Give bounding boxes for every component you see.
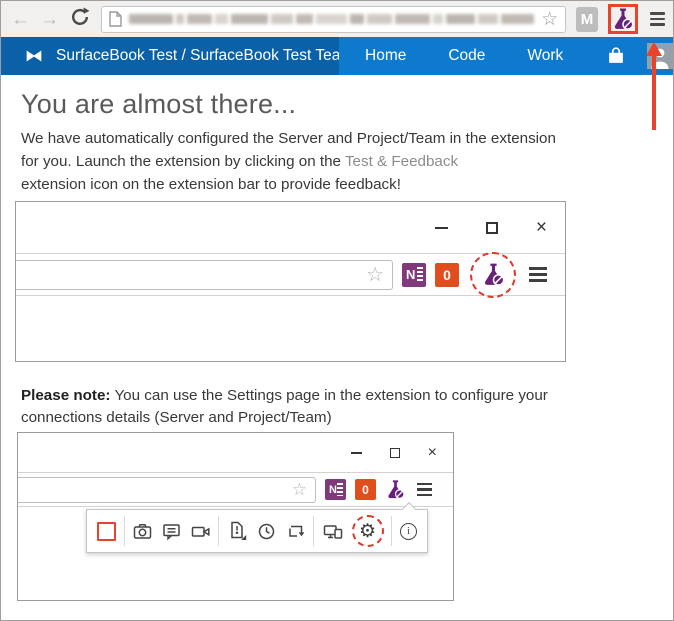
info-icon: i: [399, 522, 417, 540]
project-selector[interactable]: SurfaceBook Test / SurfaceBook Test Team: [1, 37, 377, 75]
stop-icon: [97, 521, 116, 541]
onenote-strip: [337, 483, 343, 496]
extension-popup-toolbar: ⚙ i: [86, 501, 428, 553]
page-icon: [109, 11, 122, 27]
test-feedback-extension-icon: [484, 263, 504, 286]
chrome-menu-icon[interactable]: [648, 10, 667, 28]
device-info-icon: [322, 521, 344, 542]
close-icon: ×: [535, 217, 547, 238]
callout-arrow-head: [646, 42, 662, 56]
onboarding-page: ← → ☆ M SurfaceBook Test / SurfaceBook T…: [0, 0, 674, 621]
marketplace-bag-icon[interactable]: [605, 45, 627, 67]
onenote-letter: N: [406, 267, 416, 282]
session-timeline-icon: [256, 521, 277, 542]
reload-icon[interactable]: [69, 6, 91, 33]
intro-line3: extension icon on the extension bar to p…: [21, 176, 401, 193]
onenote-letter: N: [329, 483, 337, 496]
note-label: Please note:: [21, 387, 111, 404]
onenote-strip: [417, 266, 423, 283]
note-comment-icon: [161, 521, 182, 542]
pictured-extension-icons: N 0: [402, 251, 549, 298]
forward-icon[interactable]: →: [40, 10, 59, 29]
menu-icon: [415, 481, 434, 499]
window-titlebar: ×: [18, 433, 453, 473]
navbar-links: Home Code Work •••: [339, 37, 673, 75]
onenote-extension-icon: N: [325, 479, 346, 500]
pictured-address-bar: ☆: [18, 476, 316, 503]
explore-loop-icon: [285, 521, 306, 542]
bookmark-star-icon: ☆: [366, 263, 384, 286]
separator: [313, 516, 315, 546]
minimize-icon: [434, 226, 448, 229]
pictured-browser-toolbar: ☆ N 0: [16, 251, 565, 298]
intro-line2: for you. Launch the extension by clickin…: [21, 153, 345, 170]
close-icon: ×: [427, 443, 437, 461]
nav-home[interactable]: Home: [365, 47, 406, 65]
maximize-icon: [485, 221, 498, 234]
screenshot-settings: × ☆ N 0 ⚙ i: [17, 432, 454, 601]
nav-code[interactable]: Code: [448, 47, 485, 65]
extension-name-text: Test & Feedback: [344, 153, 459, 170]
intro-text: We have automatically configured the Ser…: [21, 127, 646, 196]
vsts-navbar: SurfaceBook Test / SurfaceBook Test Team…: [1, 37, 673, 75]
screen-record-icon: [190, 521, 211, 542]
settings-callout-circle: ⚙: [351, 515, 384, 547]
bookmark-star-icon[interactable]: ☆: [541, 10, 558, 29]
menu-icon: [527, 265, 549, 284]
minimize-icon: [350, 451, 362, 454]
pictured-browser-toolbar: ☆ N 0: [18, 473, 453, 507]
nav-work[interactable]: Work: [527, 47, 563, 65]
onenote-extension-icon: N: [402, 262, 426, 287]
test-feedback-extension-icon[interactable]: [611, 7, 635, 31]
callout-arrow-shaft: [652, 56, 656, 130]
bookmark-star-icon: ☆: [291, 480, 307, 499]
visual-studio-logo: [23, 45, 45, 67]
separator: [123, 516, 125, 546]
office-extension-icon: 0: [435, 262, 459, 287]
page-heading: You are almost there...: [21, 89, 297, 119]
screenshot-camera-icon: [132, 521, 153, 542]
screenshot-extension-bar: × ☆ N 0: [15, 201, 566, 362]
maximize-icon: [389, 447, 400, 458]
project-name: SurfaceBook Test / SurfaceBook Test Team: [56, 47, 354, 64]
separator: [218, 516, 220, 546]
settings-gear-icon: ⚙: [359, 520, 377, 542]
window-titlebar: ×: [16, 202, 565, 254]
address-bar[interactable]: ☆: [101, 5, 567, 33]
extension-highlight-box: [607, 4, 638, 34]
intro-line1: We have automatically configured the Ser…: [21, 130, 556, 147]
note-text: Please note: You can use the Settings pa…: [21, 385, 621, 429]
test-feedback-extension-icon: [388, 480, 405, 500]
callout-arrow: [646, 42, 662, 130]
m-extension-icon[interactable]: M: [576, 6, 598, 32]
back-icon[interactable]: ←: [11, 10, 30, 29]
separator: [391, 516, 393, 546]
blurred-url: [129, 13, 535, 25]
create-bug-icon: [227, 521, 248, 542]
browser-toolbar: ← → ☆ M: [1, 1, 673, 37]
flask-callout-circle: [470, 251, 516, 298]
pictured-address-bar: ☆: [16, 259, 393, 290]
pictured-extension-icons: N 0: [325, 479, 434, 500]
office-extension-icon: 0: [355, 479, 376, 500]
